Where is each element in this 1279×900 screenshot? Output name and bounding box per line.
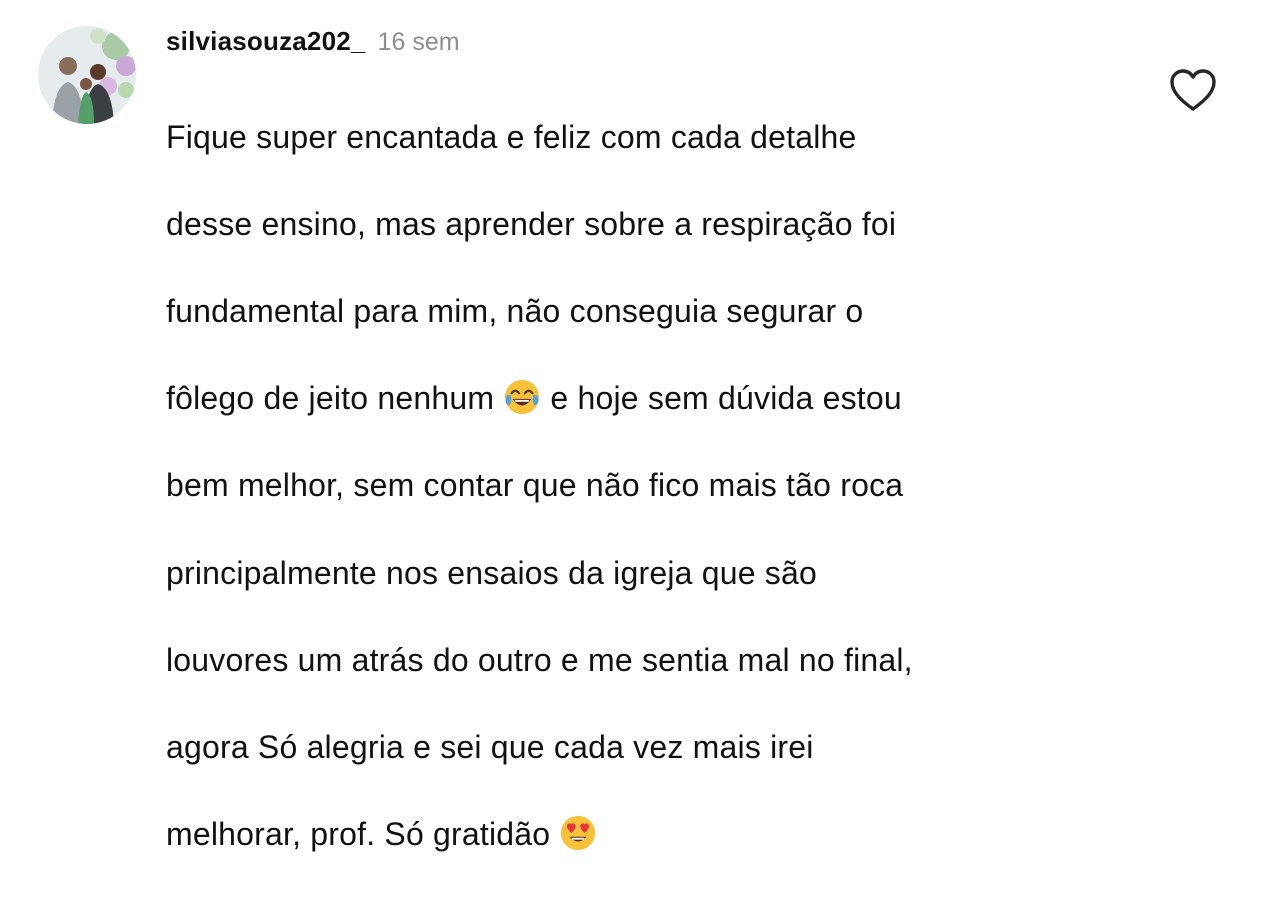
like-button[interactable]	[1169, 68, 1217, 112]
comment-line: louvores um atrás do outro e me sentia m…	[166, 641, 913, 678]
comment-line-segment: melhorar, prof. Só gratidão	[166, 816, 560, 853]
comment-text: Fique super encantada e feliz com cada d…	[166, 72, 1126, 900]
tears-of-joy-emoji	[505, 380, 540, 415]
avatar-photo	[38, 26, 136, 124]
comment-line: Fique super encantada e feliz com cada d…	[166, 118, 857, 155]
comment-line: fôlego de jeito nenhum e hoje sem dúvida…	[166, 377, 1126, 421]
comment-line: principalmente nos ensaios da igreja que…	[166, 554, 817, 591]
heart-eyes-emoji	[561, 815, 596, 851]
timestamp: 16 sem	[377, 28, 460, 56]
comment-line: desse ensino, mas aprender sobre a respi…	[166, 205, 897, 242]
username-link[interactable]: silviasouza202_	[166, 26, 366, 57]
comment: silviasouza202_ 16 sem Fique super encan…	[0, 0, 1279, 852]
comment-meta: silviasouza202_ 16 sem	[166, 26, 460, 60]
heart-outline-icon	[1170, 69, 1216, 111]
comment-line: agora Só alegria e sei que cada vez mais…	[166, 728, 814, 765]
avatar[interactable]	[38, 26, 136, 124]
comment-line: bem melhor, sem contar que não fico mais…	[166, 467, 904, 504]
comment-line: fundamental para mim, não conseguia segu…	[166, 292, 864, 329]
comment-line-segment: e hoje sem dúvida estou	[541, 380, 902, 417]
comment-line: melhorar, prof. Só gratidão	[166, 813, 1126, 857]
comment-line-segment: fôlego de jeito nenhum	[166, 380, 504, 417]
